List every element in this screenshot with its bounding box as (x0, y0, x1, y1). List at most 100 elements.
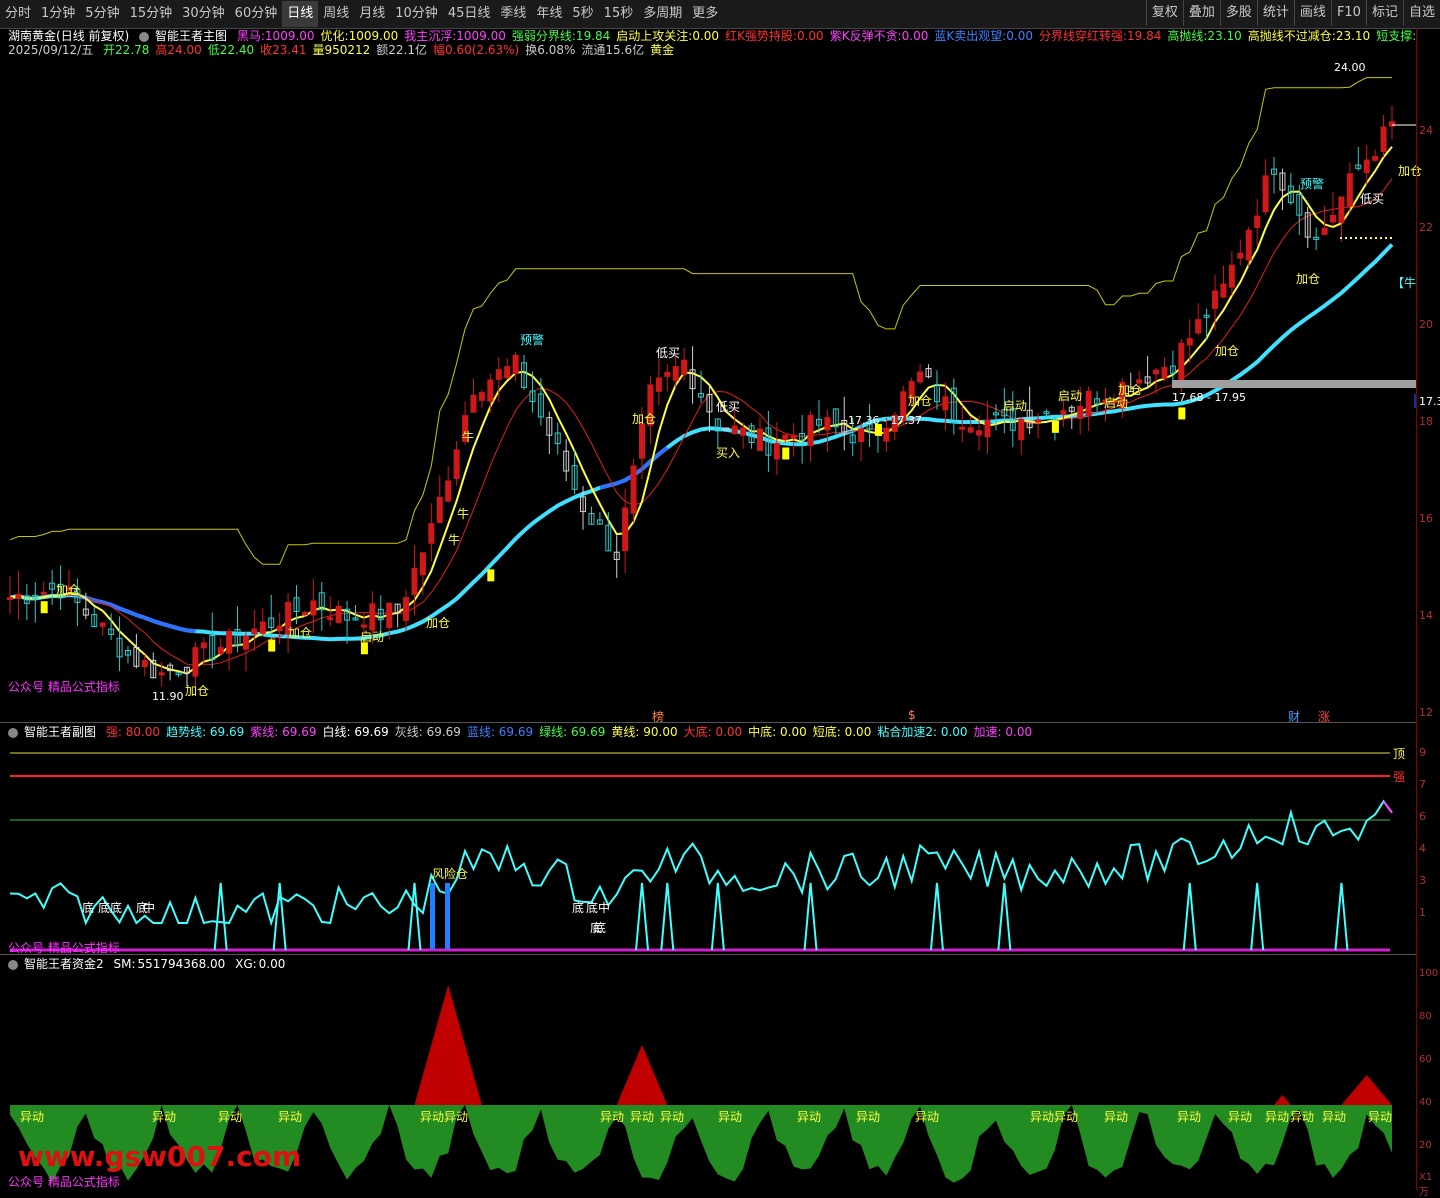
period-tab[interactable]: 15分钟 (125, 1, 178, 27)
candle-body (773, 443, 780, 460)
indicator-field: 短支撑: (1376, 29, 1417, 43)
period-tab[interactable]: 月线 (354, 1, 390, 27)
period-tab[interactable]: 5秒 (567, 1, 598, 27)
xg-value: 0.00 (258, 957, 286, 971)
signal-mark: 低买 (656, 346, 681, 360)
indicator-field: 紫K反弹不贪:0.00 (829, 29, 929, 43)
main-chart-panel[interactable]: 湖南黄金(日线 前复权) 智能王者主图 黑马:1009.00 优化:1009.00… (0, 28, 1422, 724)
yidong-mark: 异动 (1265, 1110, 1290, 1124)
candle-body (782, 434, 789, 441)
tool-button[interactable]: 叠加 (1182, 0, 1220, 26)
candle-body (301, 612, 308, 616)
period-tab[interactable]: 日线 (282, 1, 319, 27)
candle-body (158, 672, 165, 676)
tool-button[interactable]: 复权 (1145, 0, 1183, 26)
tool-button[interactable]: 统计 (1256, 0, 1294, 26)
period-tab[interactable]: 60分钟 (230, 1, 283, 27)
tool-button[interactable]: F10 (1330, 0, 1366, 26)
sub-axis-label: 9 (1419, 746, 1426, 759)
period-tab[interactable]: 1分钟 (36, 1, 80, 27)
candle-body (40, 591, 47, 595)
bottom-mark: 中 (143, 901, 156, 915)
candle-body (883, 428, 890, 442)
period-tab[interactable]: 10分钟 (390, 1, 443, 27)
capital-red-area (1274, 1095, 1291, 1105)
candle-body (1161, 367, 1168, 379)
period-tab[interactable]: 多周期 (638, 1, 687, 27)
period-tab[interactable]: 周线 (318, 1, 354, 27)
indicator-field: 我主沉浮:1009.00 (404, 29, 506, 43)
tool-button[interactable]: 多股 (1219, 0, 1257, 26)
spike (710, 882, 725, 951)
yidong-mark: 异动 (915, 1110, 940, 1124)
capital-title: 智能王者资金2 (24, 957, 104, 971)
price-scale[interactable]: 24 22 20 18 16 14 12 9 7 6 4 3 1 100 80 60 40 20 17.3 X1万 (1416, 28, 1440, 1198)
candle-body (1186, 338, 1193, 346)
candle-body (1380, 126, 1387, 152)
sub-chart-panel[interactable]: 智能王者副图 强: 80.00 趋势线: 69.69 紫线: 69.69 白线: 69… (0, 722, 1416, 955)
start-marker (487, 569, 495, 582)
candle-body (436, 496, 443, 523)
period-tab[interactable]: 5分钟 (80, 1, 124, 27)
sub-field: 白线: 69.69 (322, 725, 389, 739)
yidong-mark: 异动 (1104, 1110, 1129, 1124)
candle-body (478, 392, 485, 401)
candle-body (310, 600, 317, 616)
candle-body (99, 622, 106, 627)
gear-icon[interactable] (8, 727, 18, 738)
candle-body (681, 359, 688, 375)
quote-field: 高24.00 (155, 43, 202, 57)
candle-body (1018, 418, 1025, 441)
sub-field: 黄线: 90.00 (611, 725, 678, 739)
period-tab[interactable]: 45日线 (443, 1, 496, 27)
quote-fields: 开22.78 高24.00 低22.40 收23.41 量950212 额22.1亿 幅0.… (103, 43, 680, 57)
tool-button[interactable]: 画线 (1293, 0, 1331, 26)
yidong-mark: 异动 (1030, 1110, 1055, 1124)
current-price-label: 17.3 (1419, 395, 1440, 408)
quote-field: 低22.40 (207, 43, 255, 57)
sub-field: 强: 80.00 (105, 725, 161, 739)
period-tab[interactable]: 季线 (495, 1, 531, 27)
candle-body (1346, 173, 1353, 207)
candle-body (276, 625, 283, 632)
sub-field: 绿线: 69.69 (539, 725, 606, 739)
sub-axis-label: 7 (1419, 778, 1426, 791)
capital-unit-label: X1万 (1419, 1172, 1433, 1198)
bottom-mark: 底 (98, 901, 111, 915)
tool-button[interactable]: 自选 (1402, 0, 1440, 26)
yidong-mark: 异动 (1054, 1110, 1079, 1124)
candle-body (672, 366, 679, 381)
bottom-mark: 底 (572, 901, 585, 915)
candle-body (1212, 290, 1219, 309)
period-tab[interactable]: 更多 (687, 1, 723, 27)
candle-body (807, 414, 814, 447)
yidong-mark: 异动 (797, 1110, 822, 1124)
signal-mark: 牛 (457, 507, 470, 521)
spike (272, 882, 287, 951)
trend-line (9, 243, 1394, 642)
candle-body (512, 354, 519, 375)
bottom-mark: 底 (594, 921, 607, 935)
signal-mark: 预警 (1300, 177, 1325, 191)
range-label-1: 17.36 - 17.37 (848, 414, 922, 427)
start-marker (1178, 407, 1186, 420)
candle-body (1237, 252, 1244, 259)
yidong-mark: 异动 (1290, 1110, 1315, 1124)
signal-mark: 低买 (1360, 192, 1385, 206)
period-tab[interactable]: 15秒 (599, 1, 639, 27)
candle-body (731, 425, 738, 435)
quote-field: 额22.1亿 (376, 43, 428, 57)
period-tabs: 分时 1分钟 5分钟 15分钟 30分钟 60分钟 日线 周线 月线 10分钟 45日线 季线 年线 5秒… (0, 1, 723, 27)
yidong-mark: 异动 (1177, 1110, 1202, 1124)
sub-fields: 强: 80.00 趋势线: 69.69 紫线: 69.69 白线: 69.69 灰线: … (106, 725, 1038, 739)
period-tab[interactable]: 30分钟 (177, 1, 230, 27)
candle-body (242, 635, 249, 650)
tool-button[interactable]: 标记 (1365, 0, 1403, 26)
gear-icon[interactable] (139, 31, 150, 42)
period-tab[interactable]: 年线 (531, 1, 567, 27)
candle-body (327, 617, 334, 621)
sub-field: 加速: 0.00 (973, 725, 1033, 739)
period-tab[interactable]: 分时 (0, 1, 36, 27)
gear-icon[interactable] (8, 959, 18, 970)
candle-body (200, 642, 207, 649)
